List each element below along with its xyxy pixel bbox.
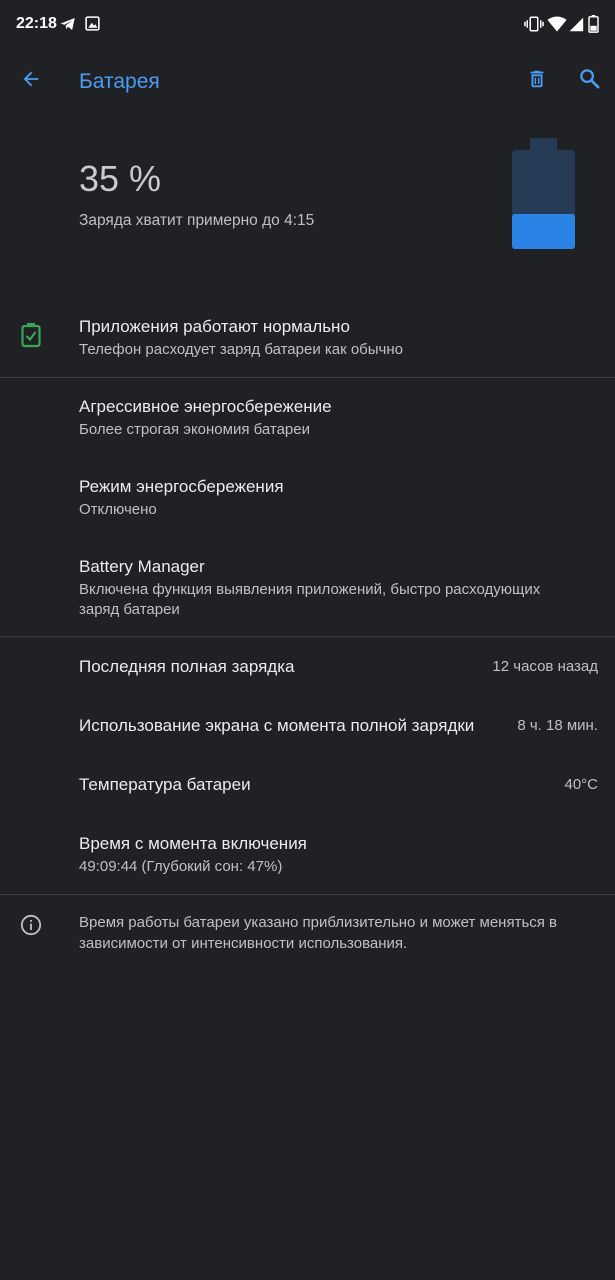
battery-manager-title: Battery Manager	[79, 557, 205, 576]
delete-button[interactable]	[520, 64, 554, 98]
last-full-charge-item: Последняя полная зарядка 12 часов назад	[0, 640, 615, 696]
battery-info-note: Время работы батареи указано приблизител…	[79, 914, 558, 952]
wifi-icon	[547, 15, 567, 38]
battery-manager-item[interactable]: Battery Manager Включена функция выявлен…	[0, 540, 615, 634]
page-title: Батарея	[79, 70, 160, 93]
apps-status-title: Приложения работают нормально	[79, 317, 350, 336]
last-full-charge-title: Последняя полная зарядка	[79, 657, 295, 676]
uptime-title: Время с момента включения	[79, 834, 307, 853]
battery-manager-subtitle: Включена функция выявления приложений, б…	[79, 581, 541, 618]
divider	[0, 377, 615, 378]
search-button[interactable]	[572, 64, 606, 98]
apps-status-item[interactable]: Приложения работают нормально Телефон ра…	[0, 300, 615, 376]
battery-percent: 35 %	[79, 158, 162, 199]
battery-temperature-value: 40°C	[564, 776, 598, 793]
uptime-value: 49:09:44 (Глубокий сон: 47%)	[79, 858, 283, 875]
last-full-charge-value: 12 часов назад	[492, 658, 598, 675]
uptime-item: Время с момента включения 49:09:44 (Глуб…	[0, 817, 615, 891]
screen-usage-title: Использование экрана с момента полной за…	[79, 716, 475, 735]
vibrate-icon	[524, 15, 544, 38]
divider	[0, 636, 615, 637]
battery-header: 35 % Заряда хватит примерно до 4:15	[0, 130, 615, 280]
status-bar: 22:18	[0, 0, 615, 52]
aggressive-saver-title: Агрессивное энергосбережение	[79, 397, 332, 416]
status-time: 22:18	[16, 15, 57, 32]
image-icon	[84, 15, 101, 37]
info-icon	[20, 914, 42, 941]
battery-temperature-title: Температура батареи	[79, 775, 251, 794]
screen-usage-item: Использование экрана с момента полной за…	[0, 699, 615, 755]
battery-temperature-item: Температура батареи 40°C	[0, 758, 615, 814]
app-bar: Батарея	[0, 52, 615, 114]
battery-saver-item[interactable]: Режим энергосбережения Отключено	[0, 460, 615, 538]
battery-estimate: Заряда хватит примерно до 4:15	[79, 212, 315, 229]
telegram-icon	[59, 15, 77, 38]
battery-level-icon	[512, 138, 575, 249]
search-icon	[578, 67, 601, 95]
screen-usage-value: 8 ч. 18 мин.	[517, 717, 598, 734]
aggressive-saver-item[interactable]: Агрессивное энергосбережение Более строг…	[0, 380, 615, 458]
battery-icon	[588, 15, 599, 38]
battery-check-icon	[20, 322, 42, 353]
aggressive-saver-subtitle: Более строгая экономия батареи	[79, 421, 310, 438]
apps-status-subtitle: Телефон расходует заряд батареи как обыч…	[79, 341, 403, 358]
back-arrow-icon	[20, 68, 42, 95]
back-button[interactable]	[14, 64, 48, 98]
battery-settings-screen: 22:18 Батарея 35 % Заряда хватит примерн…	[0, 0, 615, 1280]
battery-saver-subtitle: Отключено	[79, 501, 157, 518]
battery-saver-title: Режим энергосбережения	[79, 477, 284, 496]
divider	[0, 894, 615, 895]
signal-icon	[568, 15, 584, 38]
delete-icon	[526, 67, 548, 96]
